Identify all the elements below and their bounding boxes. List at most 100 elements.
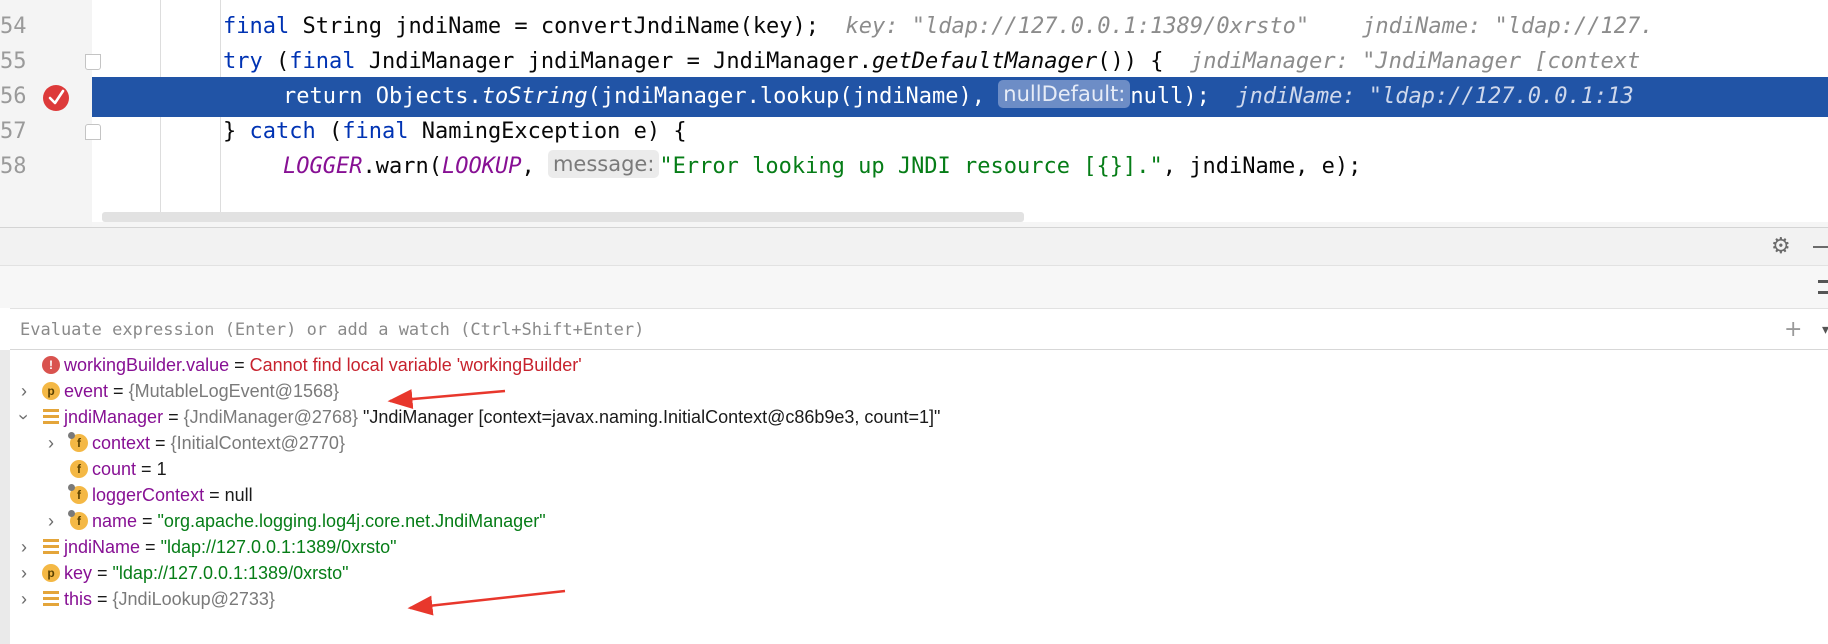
field-icon: f [70,460,88,478]
variable-value: null [224,485,253,505]
variable-value: {MutableLogEvent@1568} [128,381,339,401]
equals-sign: = [137,511,158,531]
error-icon: ! [42,356,60,374]
variable-name: jndiManager [64,407,164,427]
horizontal-scrollbar[interactable] [102,212,1024,222]
gutter-line-55: 55 [0,42,101,82]
code-text: ( [262,49,290,74]
local-variable-icon [42,538,60,556]
parameter-hint: message: [547,150,660,178]
chevron-right-icon[interactable]: › [17,584,31,614]
variable-name: key [64,563,93,583]
debugger-variables-panel: ⚙ + ▾ ! workingBuilder.value = Cannot fi… [0,227,1828,644]
variable-value: 1 [156,459,167,479]
code-line-55[interactable]: try (final JndiManager jndiManager = Jnd… [92,42,1828,82]
method-name: toString [481,84,588,109]
equals-sign: = [163,407,184,427]
code-text: Objects. [362,84,482,109]
equals-sign: = [140,537,161,557]
line-number: 55 [0,49,27,74]
variable-value: Cannot find local variable 'workingBuild… [249,355,582,375]
keyword: try [223,49,263,74]
variable-name: event [64,381,109,401]
variable-name: count [92,459,137,479]
code-text: , jndiName, e); [1162,154,1362,179]
code-text: NamingException e) { [408,119,687,144]
code-text: .warn( [362,154,442,179]
equals-sign: = [229,355,250,375]
constant: LOGGER [283,154,363,179]
variable-name: this [64,589,93,609]
code-line-56-current[interactable]: return Objects.toString(jndiManager.look… [92,77,1828,117]
add-watch-icon[interactable]: + [1784,319,1802,341]
code-text: ()) { [1097,49,1164,74]
variable-entry: this = {JndiLookup@2733} [64,584,275,614]
line-number: 58 [0,154,27,179]
code-editor[interactable]: 54 55 56 57 58 final String jndiName = c… [0,0,1828,227]
field-icon: f [68,432,88,452]
equals-sign: = [136,459,157,479]
local-variable-icon [42,408,60,426]
variable-value: "ldap://127.0.0.1:1389/0xrsto" [112,563,349,583]
variable-name: jndiName [64,537,141,557]
breakpoint-checked-icon[interactable] [43,85,69,111]
field-icon: f [68,510,88,530]
keyword: catch [249,119,316,144]
code-line-57[interactable]: } catch (final NamingException e) { [92,112,1828,152]
minimize-icon[interactable] [1813,246,1828,248]
variable-tostring: "JndiManager [context=javax.naming.Initi… [357,407,941,427]
editor-gutter[interactable]: 54 55 56 57 58 [0,0,101,227]
parameter-hint: nullDefault: [998,80,1131,108]
variable-name: loggerContext [92,485,205,505]
equals-sign: = [108,381,129,401]
variable-name: context [92,433,151,453]
line-number: 56 [0,84,27,109]
code-text: JndiManager jndiManager = JndiManager. [355,49,873,74]
equals-sign: = [150,433,171,453]
layout-settings-icon[interactable] [1818,280,1828,294]
code-text: null); [1130,84,1210,109]
code-text: , [521,154,548,179]
inline-debug-values: key: "ldap://127.0.0.1:1389/0xrsto" jndi… [819,14,1654,39]
panel-header: ⚙ [0,228,1828,266]
variable-row-this[interactable]: › this = {JndiLookup@2733} [10,584,1828,614]
chevron-down-icon[interactable]: › [10,410,39,424]
panel-toolbar [0,266,1828,308]
code-line-58[interactable]: LOGGER.warn(LOOKUP, message: "Error looki… [92,147,1828,187]
method-name: getDefaultManager [872,49,1098,74]
keyword: final [289,49,356,74]
keyword: final [342,119,409,144]
parameter-icon: p [42,564,60,582]
gutter-line-58: 58 [0,147,92,187]
code-text: String jndiName = convertJndiName(key); [289,14,820,39]
gear-icon[interactable]: ⚙ [1771,236,1791,258]
gutter-line-56: 56 [0,77,92,117]
code-text: } [223,119,250,144]
local-variable-icon [42,590,60,608]
variables-tree[interactable]: ! workingBuilder.value = Cannot find loc… [10,352,1828,644]
code-text: (jndiManager.lookup(jndiName), [587,84,999,109]
variable-name: name [92,511,138,531]
equals-sign: = [92,563,113,583]
chevron-down-icon[interactable]: ▾ [1822,319,1828,341]
variable-name: workingBuilder.value [64,355,230,375]
equals-sign: = [204,485,225,505]
gutter-line-54: 54 [0,7,92,47]
variable-value: "org.apache.logging.log4j.core.net.JndiM… [157,511,546,531]
line-number: 54 [0,14,27,39]
line-number: 57 [0,119,27,144]
keyword: final [223,14,290,39]
constant: LOOKUP [441,154,522,179]
code-line-54[interactable]: final String jndiName = convertJndiName(… [92,7,1828,47]
panel-left-strip [0,350,10,644]
variable-value: {JndiManager@2768} [183,407,358,427]
field-icon: f [68,484,88,504]
variable-value: {JndiLookup@2733} [112,589,275,609]
string-literal: "Error looking up JNDI resource [{}]." [659,154,1163,179]
keyword: return [283,84,363,109]
evaluate-expression-input[interactable] [20,315,1760,345]
parameter-icon: p [42,382,60,400]
evaluate-expression-bar: + ▾ [10,308,1828,350]
gutter-line-57: 57 [0,112,101,152]
code-text: ( [315,119,343,144]
